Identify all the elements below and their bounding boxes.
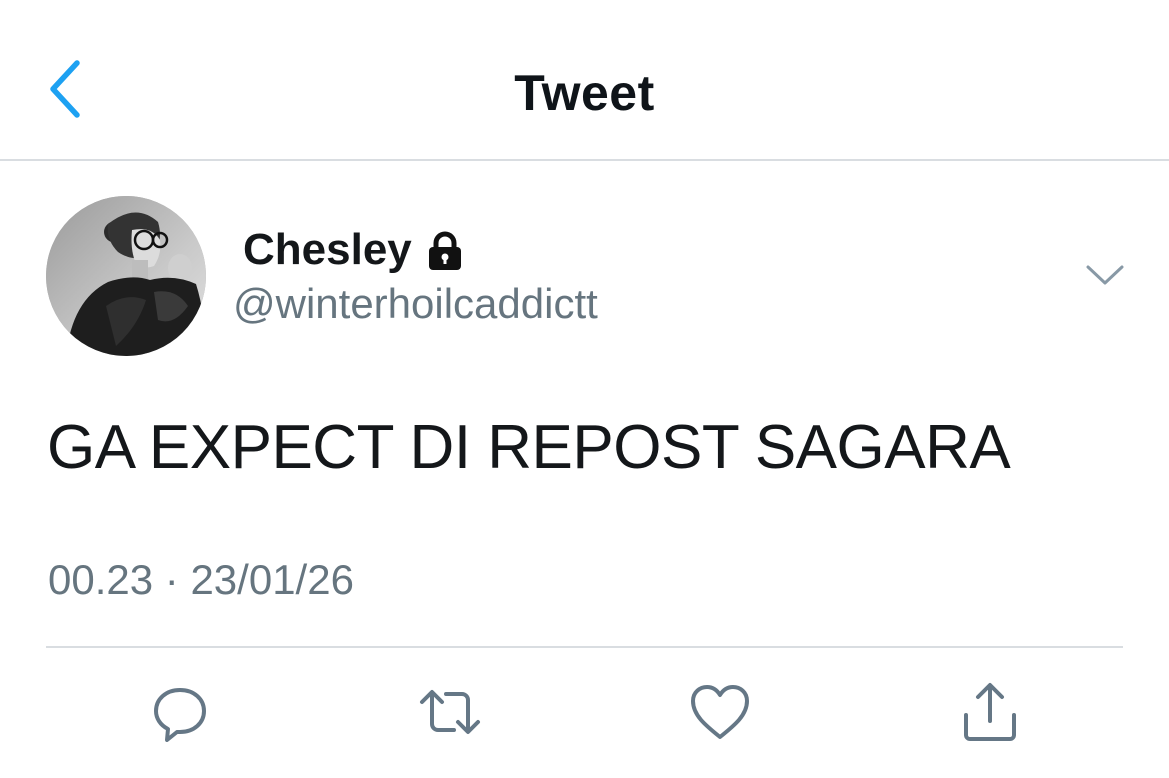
divider [46,646,1123,648]
author-name-row[interactable]: Chesley [243,222,466,278]
timestamp-separator: · [164,556,179,603]
retweet-button[interactable] [418,682,482,746]
tweet-date: 23/01/26 [190,556,354,603]
tweet-time: 00.23 [48,556,154,603]
share-icon [960,681,1020,748]
avatar[interactable] [46,196,206,356]
share-button[interactable] [958,682,1022,746]
retweet-icon [418,682,482,747]
more-options-button[interactable] [1084,260,1126,294]
lock-icon [424,230,466,272]
display-name: Chesley [243,225,412,274]
tweet-text: GA EXPECT DI REPOST SAGARA [47,413,1011,482]
user-handle[interactable]: @winterhoilcaddictt [233,280,598,328]
reply-icon [150,682,210,747]
tweet-timestamp: 00.23 · 23/01/26 [48,556,354,604]
page-title: Tweet [514,65,655,121]
like-icon [689,683,751,746]
chevron-down-icon [1085,263,1125,292]
reply-button[interactable] [148,682,212,746]
navigation-bar: Tweet [0,0,1169,161]
like-button[interactable] [688,682,752,746]
